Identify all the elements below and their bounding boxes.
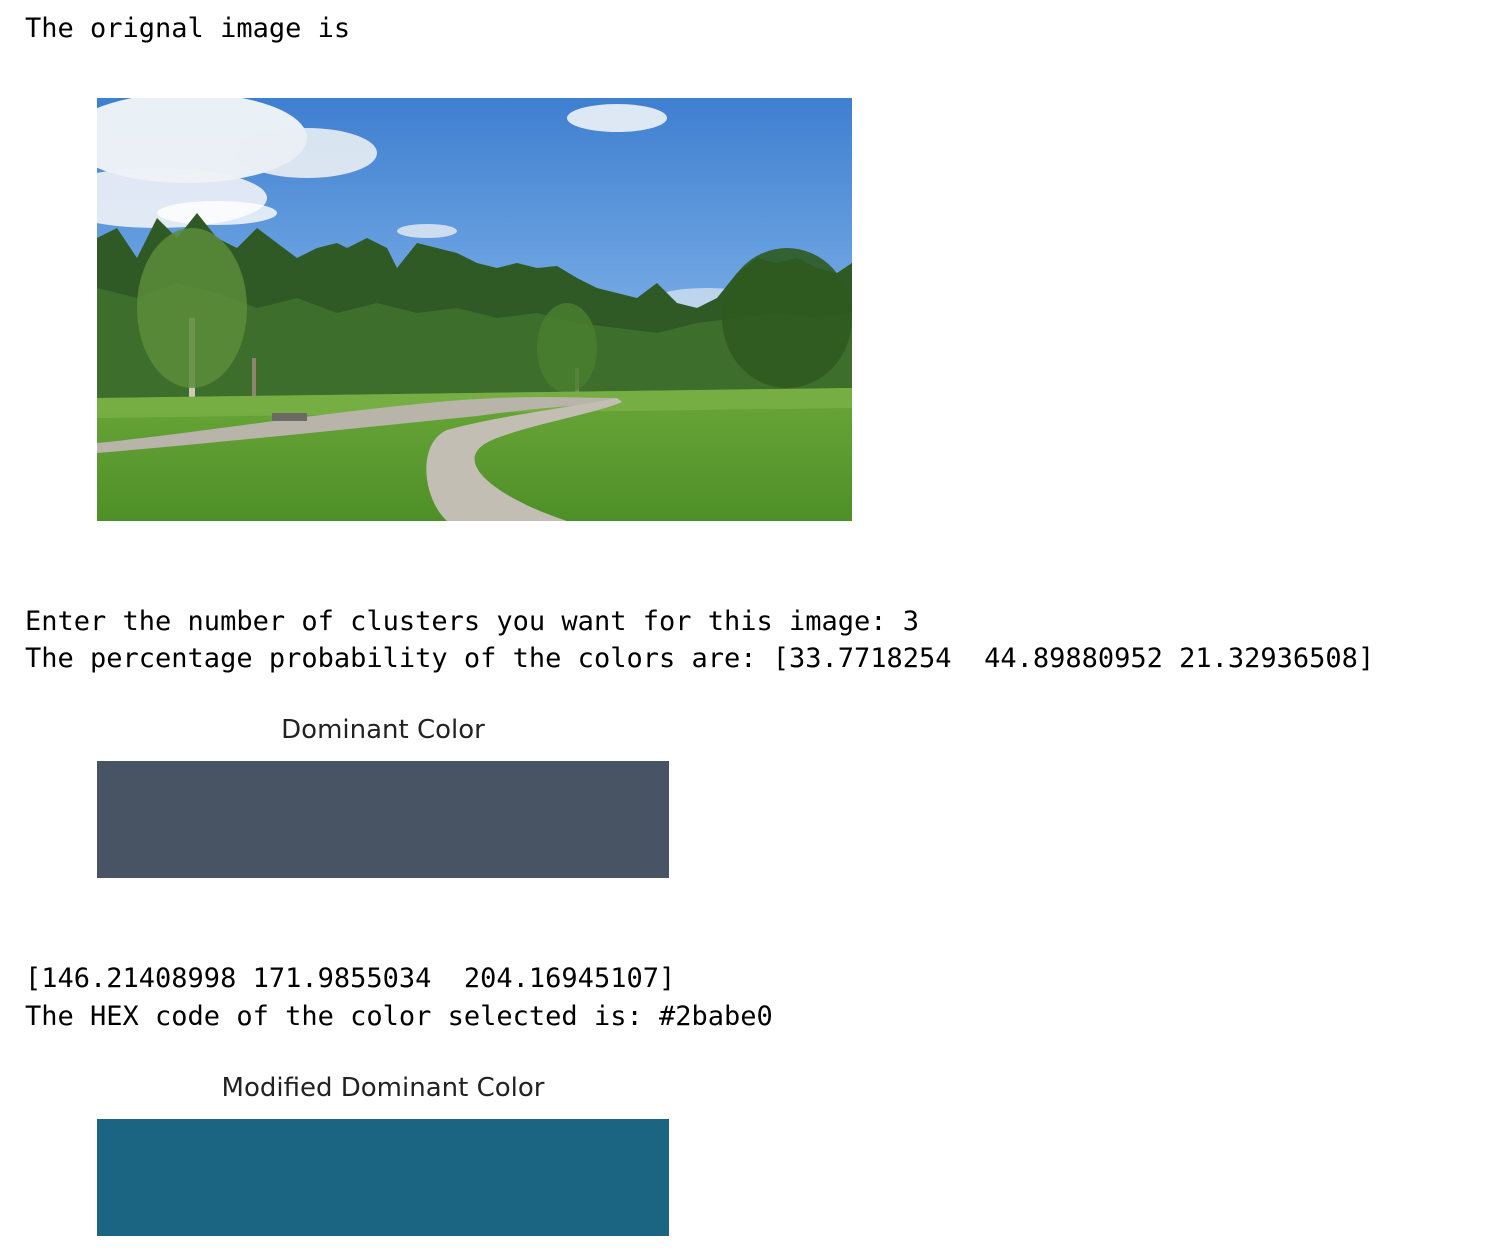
dominant-color-swatch	[97, 761, 669, 878]
modified-dominant-color-title: Modified Dominant Color	[221, 1073, 545, 1103]
modified-dominant-color-swatch	[97, 1119, 669, 1236]
original-park-image	[97, 98, 852, 521]
output-line-percentages: The percentage probability of the colors…	[25, 643, 1375, 674]
output-line-hex-code: The HEX code of the color selected is: #…	[25, 1001, 773, 1032]
output-line-rgb-values: [146.21408998 171.9855034 204.16945107]	[25, 963, 676, 994]
output-line-original-image: The orignal image is	[25, 13, 351, 44]
output-line-clusters-prompt: Enter the number of clusters you want fo…	[25, 606, 920, 637]
dominant-color-title: Dominant Color	[281, 715, 485, 745]
